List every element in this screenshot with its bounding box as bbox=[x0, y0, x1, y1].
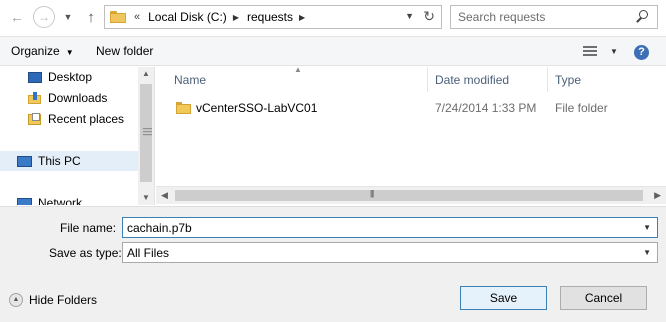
scroll-down-icon[interactable]: ▼ bbox=[142, 193, 150, 202]
breadcrumb-local-disk[interactable]: Local Disk (C:) bbox=[148, 10, 227, 24]
save-as-type-value: All Files bbox=[127, 245, 170, 260]
computer-icon bbox=[17, 155, 32, 167]
save-button[interactable]: Save bbox=[460, 286, 547, 310]
desktop-icon bbox=[28, 71, 42, 83]
command-bar: Organize ▼ New folder ▼ ? bbox=[0, 36, 666, 66]
forward-button[interactable]: → bbox=[33, 6, 55, 28]
change-view-icon[interactable] bbox=[583, 46, 597, 58]
breadcrumb-separator-icon[interactable]: ▶ bbox=[233, 13, 239, 22]
save-form: File name: cachain.p7b ▼ Save as type: A… bbox=[0, 206, 666, 322]
network-icon bbox=[17, 197, 32, 205]
breadcrumb-separator-icon[interactable]: ▶ bbox=[299, 13, 305, 22]
navigation-pane: Desktop Downloads Recent places This PC … bbox=[0, 67, 155, 205]
scroll-grip-icon: — — — bbox=[143, 123, 152, 139]
nav-item-label: Desktop bbox=[48, 70, 93, 84]
refresh-icon[interactable]: ↻ bbox=[423, 8, 435, 25]
recent-locations-button[interactable]: ▼ bbox=[60, 6, 76, 28]
up-button[interactable]: ↑ bbox=[80, 6, 102, 28]
column-header-name[interactable]: Name bbox=[156, 67, 428, 92]
organize-label: Organize bbox=[11, 44, 60, 58]
item-date-modified: 7/24/2014 1:33 PM bbox=[435, 101, 537, 115]
new-folder-button[interactable]: New folder bbox=[96, 44, 153, 58]
breadcrumb-requests[interactable]: requests bbox=[247, 10, 293, 24]
nav-item-network[interactable]: Network bbox=[0, 193, 138, 205]
folder-icon bbox=[176, 102, 191, 114]
nav-item-desktop[interactable]: Desktop bbox=[0, 67, 138, 87]
scroll-up-icon[interactable]: ▲ bbox=[142, 69, 150, 78]
back-button[interactable]: ← bbox=[6, 6, 28, 28]
scrollbar-thumb[interactable] bbox=[175, 190, 643, 201]
file-name-value[interactable]: cachain.p7b bbox=[127, 221, 192, 235]
nav-item-this-pc[interactable]: This PC bbox=[0, 151, 138, 171]
view-options-dropdown-icon[interactable]: ▼ bbox=[610, 47, 618, 56]
file-name-label: File name: bbox=[60, 221, 117, 235]
nav-item-label: Recent places bbox=[48, 112, 125, 126]
chevron-down-icon: ▼ bbox=[63, 12, 73, 22]
forward-arrow-icon: → bbox=[38, 10, 50, 24]
column-header-type[interactable]: Type bbox=[548, 67, 666, 92]
back-arrow-icon: ← bbox=[10, 9, 24, 25]
hide-folders-label: Hide Folders bbox=[29, 293, 98, 307]
chevron-down-icon[interactable]: ▼ bbox=[643, 248, 651, 257]
nav-item-downloads[interactable]: Downloads bbox=[0, 88, 138, 108]
nav-item-label: Downloads bbox=[48, 91, 108, 105]
organize-menu-button[interactable]: Organize ▼ bbox=[11, 44, 74, 58]
nav-item-label: This PC bbox=[38, 154, 81, 168]
horizontal-scrollbar[interactable]: ◀ ||| ▶ bbox=[156, 186, 666, 204]
address-dropdown-icon[interactable]: ▼ bbox=[405, 11, 414, 21]
nav-item-label: Network bbox=[38, 196, 83, 205]
chevron-down-icon[interactable]: ▼ bbox=[643, 223, 651, 232]
scroll-right-icon[interactable]: ▶ bbox=[654, 190, 661, 201]
chevron-down-icon: ▼ bbox=[65, 48, 74, 57]
search-icon[interactable] bbox=[634, 8, 652, 26]
item-type: File folder bbox=[555, 101, 608, 115]
item-name: vCenterSSO-LabVC01 bbox=[196, 101, 318, 115]
address-row: ← → ▼ ↑ « Local Disk (C:) ▶ requests ▶ ▼… bbox=[0, 0, 666, 34]
downloads-folder-icon bbox=[28, 92, 42, 104]
list-item[interactable]: vCenterSSO-LabVC01 7/24/2014 1:33 PM Fil… bbox=[156, 97, 664, 119]
scroll-grip-icon: ||| bbox=[370, 189, 374, 198]
recent-places-icon bbox=[28, 113, 42, 125]
search-box bbox=[450, 5, 658, 29]
save-as-type-label: Save as type: bbox=[49, 246, 122, 260]
address-bar[interactable]: « Local Disk (C:) ▶ requests ▶ ▼ ↻ bbox=[104, 5, 442, 29]
hide-folders-button[interactable]: ▲ Hide Folders bbox=[9, 293, 97, 307]
folder-icon bbox=[110, 11, 126, 23]
nav-item-recent-places[interactable]: Recent places bbox=[0, 109, 138, 129]
help-icon[interactable]: ? bbox=[634, 45, 649, 60]
chevron-up-icon: ▲ bbox=[9, 293, 23, 307]
column-header-date-modified[interactable]: Date modified bbox=[428, 67, 548, 92]
file-list: ▲ Name Date modified Type vCenterSSO-Lab… bbox=[156, 67, 666, 205]
nav-scrollbar[interactable]: ▲ — — — ▼ bbox=[138, 67, 154, 205]
scroll-left-icon[interactable]: ◀ bbox=[161, 190, 168, 201]
cancel-button[interactable]: Cancel bbox=[560, 286, 647, 310]
breadcrumb-overflow[interactable]: « bbox=[134, 11, 140, 23]
save-as-type-select[interactable]: All Files ▼ bbox=[122, 242, 658, 263]
file-name-field[interactable]: cachain.p7b ▼ bbox=[122, 217, 658, 238]
search-input[interactable] bbox=[451, 7, 634, 27]
up-arrow-icon: ↑ bbox=[87, 8, 95, 26]
